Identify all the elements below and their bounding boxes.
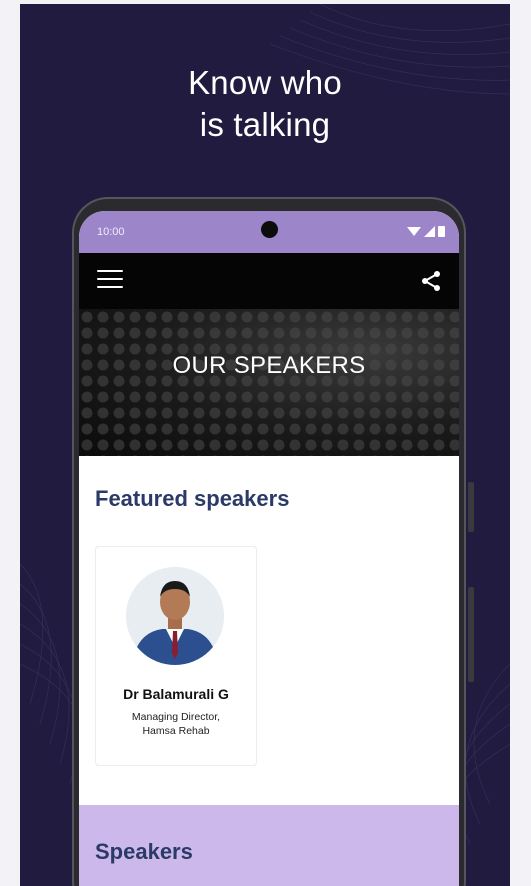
status-time: 10:00 [97, 226, 125, 238]
app-screen: 10:00 OUR SPEAKERS Featured speakers Dr … [79, 211, 459, 886]
speakers-banner: OUR SPEAKERS [79, 309, 459, 456]
featured-speakers-heading: Featured speakers [95, 486, 290, 511]
signal-icon [424, 225, 435, 237]
hamburger-menu-icon[interactable] [97, 270, 123, 292]
speaker-role-line-2: Hamsa Rehab [142, 725, 210, 737]
wifi-icon [407, 226, 421, 236]
headline-line-2: is talking [199, 106, 331, 143]
speaker-role: Managing Director, Hamsa Rehab [106, 710, 246, 738]
share-icon[interactable] [419, 269, 443, 293]
dotted-pattern-decoration [79, 309, 459, 456]
battery-icon [438, 226, 445, 237]
speaker-avatar [126, 567, 224, 665]
app-toolbar [79, 253, 459, 309]
phone-volume-button [468, 587, 474, 682]
phone-frame: 10:00 OUR SPEAKERS Featured speakers Dr … [72, 197, 474, 886]
speakers-section: Speakers [79, 805, 459, 886]
front-camera [261, 221, 278, 238]
banner-title: OUR SPEAKERS [172, 352, 366, 379]
promo-headline: Know who is talking [20, 62, 510, 146]
status-icons [407, 225, 445, 237]
headline-line-1: Know who [188, 64, 342, 101]
phone-power-button [468, 482, 474, 532]
speakers-heading: Speakers [95, 839, 193, 864]
speaker-card[interactable]: Dr Balamurali G Managing Director, Hamsa… [95, 546, 257, 766]
status-bar: 10:00 [79, 211, 459, 253]
promo-poster: Know who is talking 10:00 OUR SPEAKERS F… [20, 4, 510, 886]
speaker-name: Dr Balamurali G [123, 686, 229, 702]
featured-section: Featured speakers Dr Balamurali G Managi… [79, 456, 459, 801]
speaker-role-line-1: Managing Director, [131, 711, 221, 723]
